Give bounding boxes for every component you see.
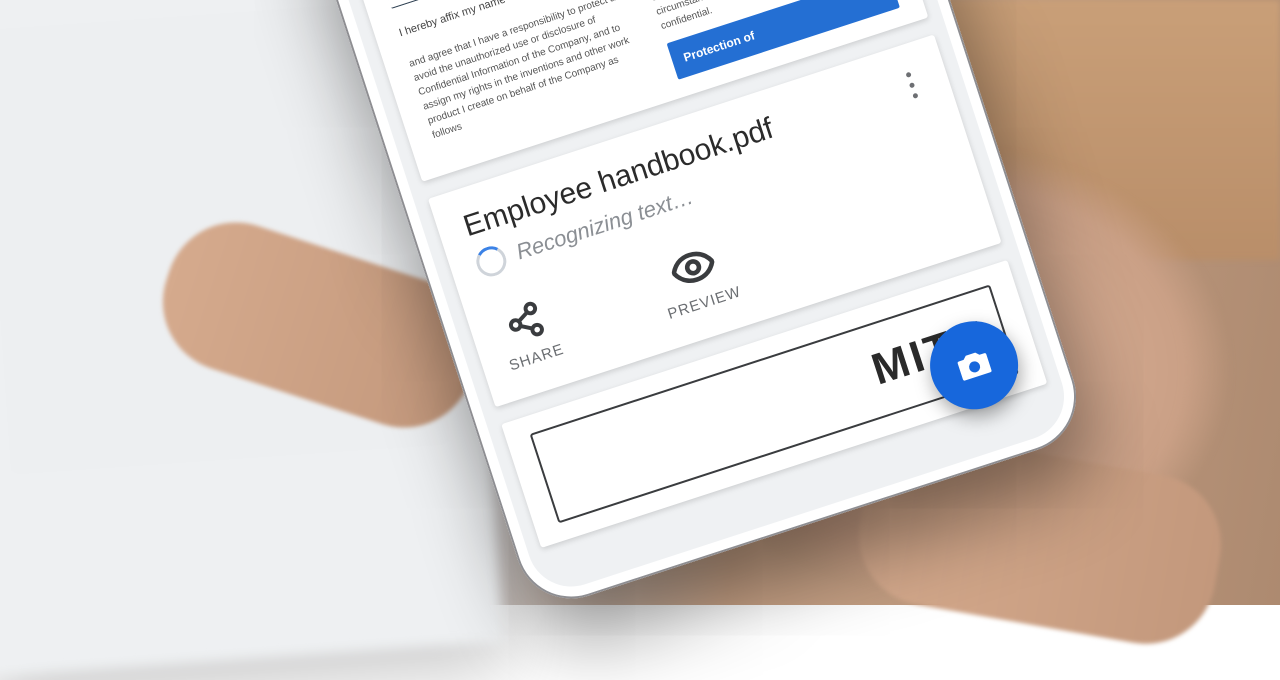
share-label: SHARE	[507, 341, 566, 375]
share-icon	[501, 298, 549, 346]
spinner-icon	[472, 242, 510, 280]
camera-icon	[949, 340, 999, 390]
document-left-column: I hereby affix my name and agree that I …	[397, 0, 661, 157]
share-button[interactable]: SHARE	[492, 295, 566, 374]
preview-button[interactable]: PREVIEW	[651, 238, 744, 323]
eye-icon	[666, 243, 720, 293]
